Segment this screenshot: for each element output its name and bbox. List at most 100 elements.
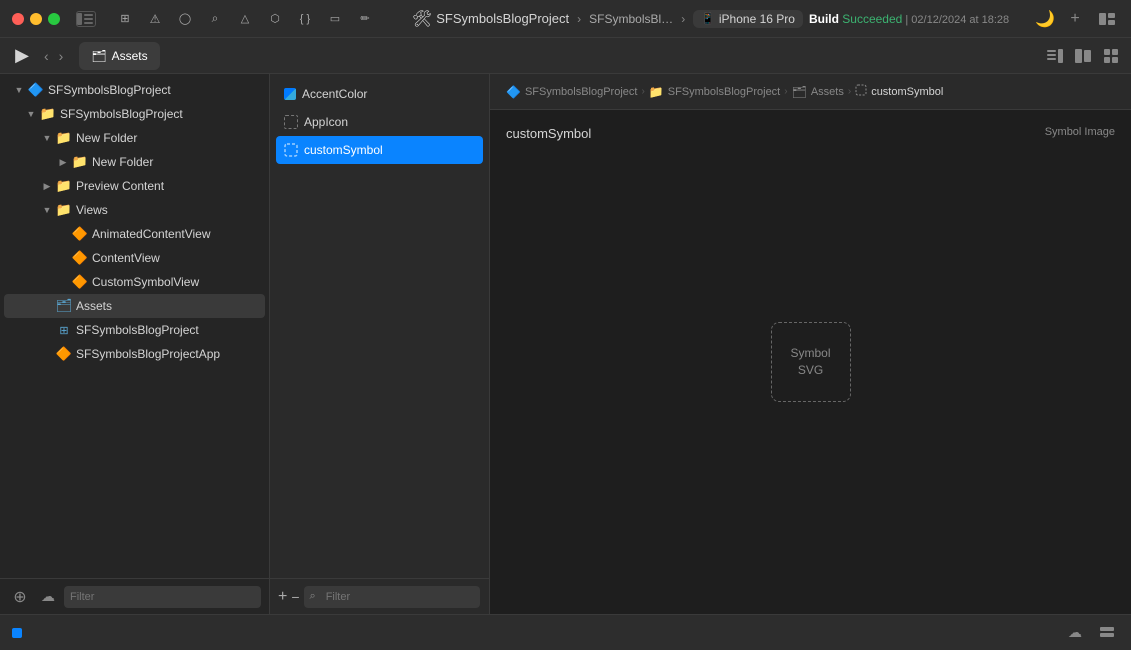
- run-button[interactable]: ▶: [8, 42, 36, 70]
- sidebar-cloud-button[interactable]: ☁: [36, 585, 60, 609]
- tab-assets-icon: 🗂: [91, 49, 106, 63]
- asset-label-custom-symbol: customSymbol: [304, 143, 383, 157]
- phone-icon: 📱: [701, 12, 715, 25]
- sidebar-item-customsymbol[interactable]: 🔶 CustomSymbolView: [4, 270, 265, 294]
- symbol-asset-icon: [284, 143, 298, 157]
- close-button[interactable]: [12, 13, 24, 25]
- forward-button[interactable]: ›: [55, 46, 68, 66]
- accent-color-dot: [284, 88, 296, 100]
- sidebar-item-new-folder-outer[interactable]: ▼ 📁 New Folder: [4, 126, 265, 150]
- sidebar-toggle-button[interactable]: [76, 11, 96, 27]
- asset-remove-button[interactable]: −: [291, 585, 299, 609]
- sidebar-label-group1: SFSymbolsBlogProject: [60, 107, 183, 121]
- sidebar-item-appfile[interactable]: 🔶 SFSymbolsBlogProjectApp: [4, 342, 265, 366]
- content-breadcrumb: 🔷 SFSymbolsBlogProject › 📁 SFSymbolsBlog…: [506, 84, 1115, 99]
- sidebar-item-root-project[interactable]: ▼ 🔷 SFSymbolsBlogProject: [4, 78, 265, 102]
- sidebar-label-new-folder-outer: New Folder: [76, 131, 137, 145]
- moon-icon: 🌙: [1035, 9, 1055, 29]
- folder-icon-new-folder-outer: 📁: [56, 130, 72, 146]
- tree-arrow-group1: ▼: [24, 107, 38, 121]
- bc-sep2: ›: [784, 86, 787, 97]
- tree-arrow-new-folder-inner: ▶: [56, 155, 70, 169]
- layout-button[interactable]: [1095, 7, 1119, 31]
- folder-icon-views: 📁: [56, 202, 72, 218]
- asset-item-accent-color[interactable]: AccentColor: [276, 80, 483, 108]
- tree-arrow-new-folder-outer: ▼: [40, 131, 54, 145]
- warning-button[interactable]: ⚠: [142, 7, 168, 31]
- sidebar-item-preview-content[interactable]: ▶ 📁 Preview Content: [4, 174, 265, 198]
- swift-icon-customsymbol: 🔶: [72, 274, 88, 290]
- content-item-type: Symbol Image: [1045, 126, 1115, 138]
- sidebar-item-contentview[interactable]: 🔶 ContentView: [4, 246, 265, 270]
- add-tab-button[interactable]: +: [1063, 7, 1087, 31]
- content-area: 🔷 SFSymbolsBlogProject › 📁 SFSymbolsBlog…: [490, 74, 1131, 614]
- device-selector[interactable]: 📱 iPhone 16 Pro: [693, 10, 803, 28]
- asset-filter-input[interactable]: [320, 586, 474, 608]
- content-header: 🔷 SFSymbolsBlogProject › 📁 SFSymbolsBlog…: [490, 74, 1131, 110]
- xcodeproj-icon: ⊞: [56, 322, 72, 338]
- sidebar-add-button[interactable]: ⊕: [8, 585, 32, 609]
- panel-button[interactable]: ▭: [322, 7, 348, 31]
- bc-assets: Assets: [811, 86, 844, 98]
- sidebar-item-assets[interactable]: 🗂 Assets: [4, 294, 265, 318]
- sidebar-filter-input[interactable]: [64, 586, 261, 608]
- status-dot: [12, 628, 22, 638]
- asset-item-custom-symbol[interactable]: customSymbol: [276, 136, 483, 164]
- breadcrumb-separator: ›: [577, 12, 581, 26]
- sidebar-label-customsymbol: CustomSymbolView: [92, 275, 199, 289]
- bc-sep3: ›: [848, 86, 851, 97]
- minimize-button[interactable]: [30, 13, 42, 25]
- file-name-label: SFSymbolsBl…: [589, 12, 673, 26]
- project-icon: 🔷: [28, 82, 44, 98]
- content-body: customSymbol Symbol Image Symbol SVG: [490, 110, 1131, 614]
- shape-button[interactable]: △: [232, 7, 258, 31]
- bottom-cloud-button[interactable]: ☁: [1063, 621, 1087, 645]
- new-tab-button[interactable]: ⊞: [112, 7, 138, 31]
- toolbar: ▶ ‹ › 🗂 Assets: [0, 38, 1131, 74]
- bc-sep1: ›: [641, 86, 644, 97]
- tabs-area: 🗂 Assets: [71, 42, 1039, 70]
- sidebar-item-views[interactable]: ▼ 📁 Views: [4, 198, 265, 222]
- asset-add-button[interactable]: +: [278, 585, 287, 609]
- xcode-icon: 🛠: [412, 9, 432, 29]
- grid-view-button[interactable]: [1099, 44, 1123, 68]
- bc-project: SFSymbolsBlogProject: [525, 86, 638, 98]
- sidebar-item-group1[interactable]: ▼ 📁 SFSymbolsBlogProject: [4, 102, 265, 126]
- sidebar-item-new-folder-inner[interactable]: ▶ 📁 New Folder: [4, 150, 265, 174]
- search-button[interactable]: ⌕: [202, 7, 228, 31]
- back-button[interactable]: ‹: [40, 46, 53, 66]
- content-item-title: customSymbol: [506, 126, 591, 141]
- folder-icon-new-folder-inner: 📁: [72, 154, 88, 170]
- asset-item-appicon[interactable]: AppIcon: [276, 108, 483, 136]
- pencil-button[interactable]: ✏: [352, 7, 378, 31]
- main-layout: ▼ 🔷 SFSymbolsBlogProject ▼ 📁 SFSymbolsBl…: [0, 74, 1131, 614]
- fullscreen-button[interactable]: [48, 13, 60, 25]
- asset-filter-bar: + − ⌕: [270, 578, 489, 614]
- sidebar-label-new-folder-inner: New Folder: [92, 155, 153, 169]
- sidebar-label-animated: AnimatedContentView: [92, 227, 211, 241]
- bc-folder-icon: 📁: [649, 85, 664, 99]
- asset-label-appicon: AppIcon: [304, 115, 348, 129]
- tab-assets[interactable]: 🗂 Assets: [79, 42, 159, 70]
- bottom-layout-button[interactable]: [1095, 621, 1119, 645]
- tree-arrow-root: ▼: [12, 83, 26, 97]
- swift-icon-animated: 🔶: [72, 226, 88, 242]
- inspector-toggle-button[interactable]: [1043, 44, 1067, 68]
- bc-symbol: customSymbol: [871, 86, 943, 98]
- tree-arrow-views: ▼: [40, 203, 54, 217]
- asset-label-accent-color: AccentColor: [302, 87, 367, 101]
- title-bar-center: 🛠 SFSymbolsBlogProject › SFSymbolsBl… › …: [394, 9, 1027, 29]
- canvas-toggle-button[interactable]: [1071, 44, 1095, 68]
- tree-arrow-preview-content: ▶: [40, 179, 54, 193]
- sidebar-item-animated[interactable]: 🔶 AnimatedContentView: [4, 222, 265, 246]
- sidebar-item-xcodeproj[interactable]: ⊞ SFSymbolsBlogProject: [4, 318, 265, 342]
- symbol-svg-placeholder: Symbol SVG: [771, 322, 851, 402]
- memory-button[interactable]: ◯: [172, 7, 198, 31]
- asset-panel: AccentColor AppIcon customSymbol + − ⌕: [270, 74, 490, 614]
- hex-button[interactable]: ⬡: [262, 7, 288, 31]
- tab-assets-label: Assets: [112, 49, 148, 63]
- bc-asset-icon: 🗂: [792, 85, 807, 99]
- bc-folder: SFSymbolsBlogProject: [668, 86, 781, 98]
- traffic-lights: [12, 13, 60, 25]
- code-button[interactable]: { }: [292, 7, 318, 31]
